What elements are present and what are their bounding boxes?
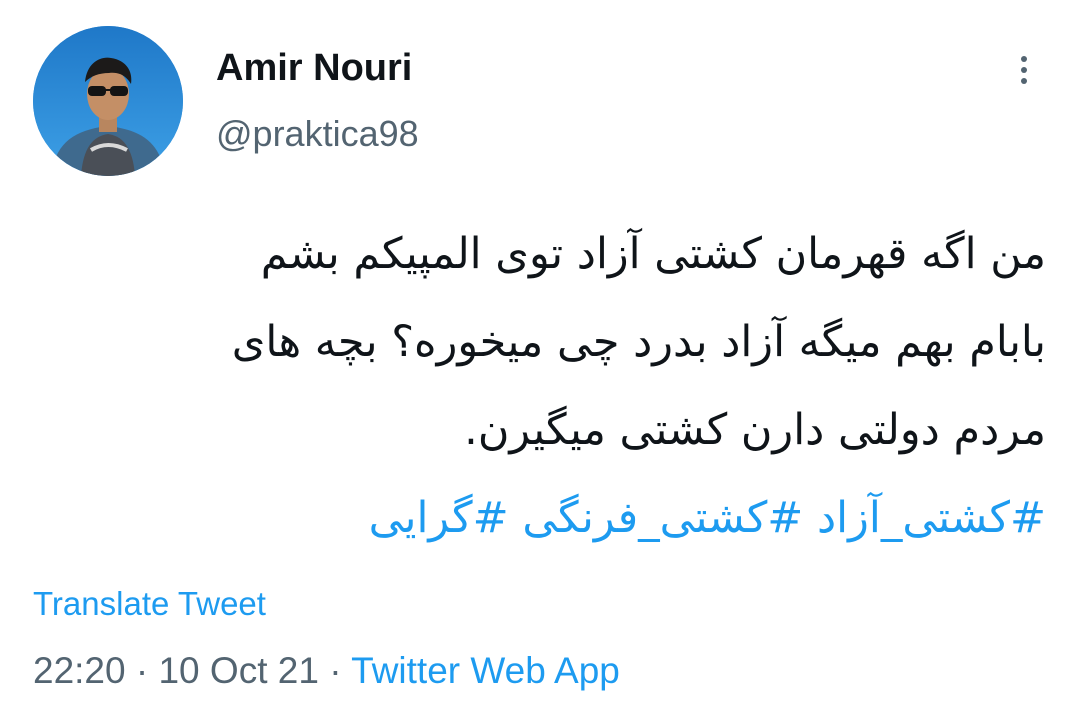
hashtag-list: #کشتی_آزاد #کشتی_فرنگی #گرایی xyxy=(30,474,1046,562)
tweet-metadata: 22:20 · 10 Oct 21 · Twitter Web App xyxy=(33,646,620,696)
avatar-photo xyxy=(33,26,183,176)
vertical-ellipsis-icon xyxy=(1021,56,1027,62)
tweet-line: بابام بهم میگه آزاد بدرد چی میخوره؟ بچه … xyxy=(231,317,1046,367)
tweet-line: مردم دولتی دارن کشتی میگیرن. xyxy=(464,405,1046,455)
tweet-source-link[interactable]: Twitter Web App xyxy=(351,650,620,691)
vertical-ellipsis-icon xyxy=(1021,67,1027,73)
meta-separator: · xyxy=(125,650,159,691)
user-handle[interactable]: @praktica98 xyxy=(216,110,419,158)
hashtag-link[interactable]: #کشتی_آزاد xyxy=(817,493,1046,543)
vertical-ellipsis-icon xyxy=(1021,78,1027,84)
avatar[interactable] xyxy=(33,26,183,176)
tweet-line: من اگه قهرمان کشتی آزاد توی المپیکم بشم xyxy=(260,229,1046,279)
tweet-text: من اگه قهرمان کشتی آزاد توی المپیکم بشم … xyxy=(30,210,1046,562)
translate-tweet-link[interactable]: Translate Tweet xyxy=(33,582,266,626)
meta-separator: · xyxy=(318,650,352,691)
hashtag-link[interactable]: #گرایی xyxy=(369,493,509,543)
display-name[interactable]: Amir Nouri xyxy=(216,44,412,92)
more-options-button[interactable] xyxy=(1002,48,1046,92)
tweet-time[interactable]: 22:20 xyxy=(33,650,126,691)
hashtag-link[interactable]: #کشتی_فرنگی xyxy=(522,493,803,543)
tweet-date[interactable]: 10 Oct 21 xyxy=(158,650,318,691)
